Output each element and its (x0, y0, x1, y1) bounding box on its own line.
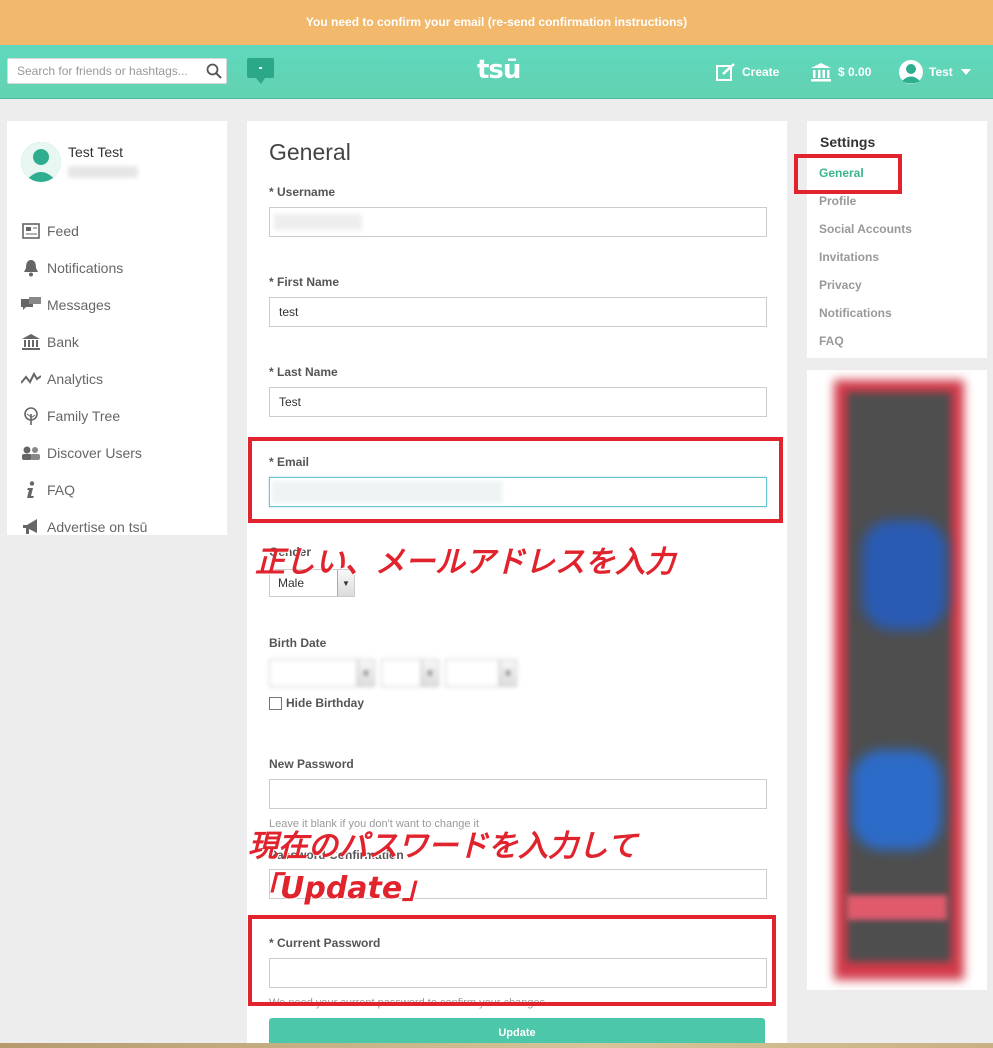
search-box[interactable] (7, 58, 227, 84)
newspaper-icon (21, 221, 41, 241)
sidebar-item-label: Notifications (47, 259, 124, 276)
email-label: * Email (269, 455, 310, 469)
birth-date-label: Birth Date (269, 636, 327, 650)
settings-item-social-accounts[interactable]: Social Accounts (819, 222, 912, 236)
sidebar-item-label: Family Tree (47, 407, 121, 424)
annotation-password-note: 現在のパスワードを入力して (248, 829, 638, 864)
settings-item-general[interactable]: General (819, 166, 864, 180)
hide-birthday-checkbox[interactable] (269, 697, 282, 710)
username-label: * Username (269, 185, 336, 199)
settings-item-profile[interactable]: Profile (819, 194, 856, 208)
email-confirmation-banner[interactable]: You need to confirm your email (re-send … (0, 0, 993, 45)
edit-icon (716, 63, 735, 81)
sidebar-item-label: Bank (47, 333, 79, 350)
current-password-hint: We need your current password to confirm… (269, 997, 546, 1009)
profile-handle-redacted (68, 166, 138, 178)
chevron-down-icon (960, 69, 971, 75)
general-settings-form: General * Username * First Name * Last N… (247, 121, 787, 1048)
sidebar-item-advertise[interactable]: Advertise on tsū (21, 508, 221, 545)
top-navbar: tsū Create $ 0.00 Test (0, 45, 993, 99)
first-name-field[interactable] (269, 297, 767, 327)
sidebar-item-faq[interactable]: FAQ (21, 471, 221, 508)
settings-item-invitations[interactable]: Invitations (819, 250, 879, 264)
chat-icon (247, 58, 274, 84)
sidebar-item-label: Feed (47, 222, 79, 239)
chat-button[interactable] (247, 58, 274, 84)
sidebar-item-label: Advertise on tsū (47, 518, 148, 535)
annotation-email-note: 正しい、メールアドレスを入力 (255, 545, 675, 580)
user-avatar-icon (899, 60, 923, 84)
left-sidebar: Test Test Feed Notifications Messages Ba… (7, 121, 227, 535)
hide-birthday-label[interactable]: Hide Birthday (286, 696, 364, 710)
tree-icon (21, 406, 41, 426)
chevron-down-icon: ▼ (499, 660, 516, 686)
page-title: General (269, 139, 351, 165)
current-password-field[interactable] (269, 958, 767, 988)
megaphone-icon (21, 517, 41, 537)
chevron-down-icon: ▼ (421, 660, 438, 686)
sidebar-item-label: Messages (47, 296, 111, 313)
sidebar-item-label: Analytics (47, 370, 104, 387)
last-name-field[interactable] (269, 387, 767, 417)
settings-nav: Settings General Profile Social Accounts… (807, 121, 987, 358)
settings-item-faq[interactable]: FAQ (819, 334, 844, 348)
tsu-logo[interactable]: tsū (477, 55, 521, 85)
search-icon[interactable] (206, 63, 222, 79)
user-menu-button[interactable]: Test (899, 45, 977, 99)
birth-day-select[interactable]: ▼ (381, 659, 439, 687)
username-field[interactable] (269, 207, 767, 237)
sidebar-menu: Feed Notifications Messages Bank Analyti… (21, 212, 221, 545)
analytics-icon (21, 369, 41, 389)
email-value-redacted (272, 481, 502, 503)
sidebar-item-label: FAQ (47, 481, 76, 498)
avatar[interactable] (21, 142, 61, 182)
sidebar-item-analytics[interactable]: Analytics (21, 360, 221, 397)
os-taskbar (0, 1043, 993, 1048)
search-input[interactable] (8, 59, 203, 83)
bank-icon (21, 332, 41, 352)
user-label: Test (929, 65, 953, 79)
username-value-redacted (274, 214, 362, 230)
email-field[interactable] (269, 477, 767, 507)
bank-icon (811, 63, 831, 82)
settings-item-notifications[interactable]: Notifications (819, 306, 892, 320)
current-password-label: * Current Password (269, 936, 381, 950)
ad-cta-button (847, 895, 947, 920)
settings-title: Settings (820, 134, 876, 150)
sidebar-item-messages[interactable]: Messages (21, 286, 221, 323)
sidebar-item-notifications[interactable]: Notifications (21, 249, 221, 286)
bell-icon (21, 258, 41, 278)
profile-name[interactable]: Test Test (68, 144, 123, 160)
bank-balance-button[interactable]: $ 0.00 (810, 45, 871, 99)
users-icon (21, 443, 41, 463)
new-password-label: New Password (269, 757, 354, 771)
balance-label: $ 0.00 (838, 65, 872, 79)
sidebar-item-label: Discover Users (47, 444, 142, 461)
chat-bubbles-icon (21, 295, 41, 315)
first-name-label: * First Name (269, 275, 340, 289)
ad-shirt-image (862, 520, 947, 630)
sidebar-item-family-tree[interactable]: Family Tree (21, 397, 221, 434)
create-label: Create (742, 65, 780, 79)
chevron-down-icon: ▼ (357, 660, 374, 686)
sidebar-item-discover-users[interactable]: Discover Users (21, 434, 221, 471)
new-password-field[interactable] (269, 779, 767, 809)
ad-shirt-image (852, 750, 942, 850)
info-icon (21, 480, 41, 500)
birth-month-select[interactable]: ▼ (269, 659, 375, 687)
sidebar-item-bank[interactable]: Bank (21, 323, 221, 360)
create-button[interactable]: Create (716, 45, 779, 99)
annotation-update-note: 「Update」 (250, 871, 433, 906)
user-avatar-icon (21, 142, 61, 182)
birth-year-select[interactable]: ▼ (445, 659, 517, 687)
advertisement-banner[interactable] (807, 370, 987, 990)
settings-item-privacy[interactable]: Privacy (819, 278, 862, 292)
last-name-label: * Last Name (269, 365, 338, 379)
sidebar-item-feed[interactable]: Feed (21, 212, 221, 249)
ad-image-blurred (847, 392, 951, 962)
